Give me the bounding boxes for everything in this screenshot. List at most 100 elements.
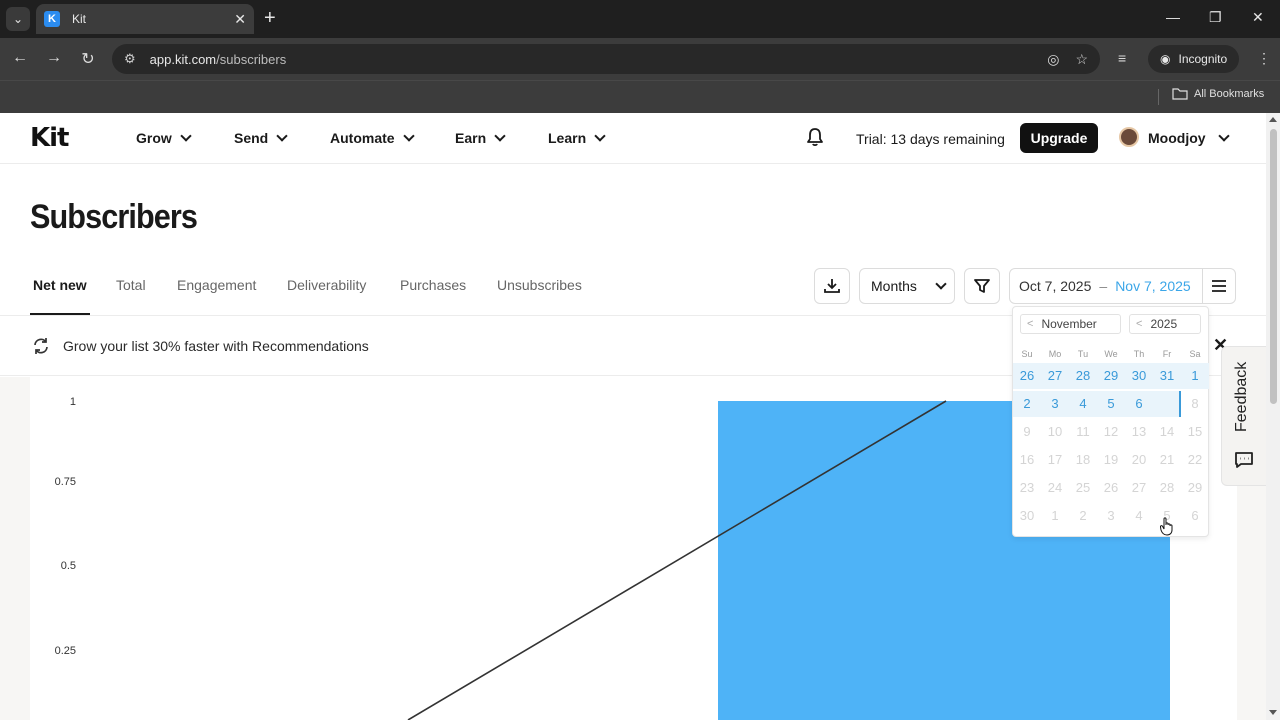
bell-icon[interactable] xyxy=(806,127,824,147)
new-tab-icon[interactable]: + xyxy=(264,8,276,28)
date-range-menu-button[interactable] xyxy=(1202,268,1236,304)
calendar-day: 13 xyxy=(1131,424,1147,439)
nav-automate[interactable]: Automate xyxy=(330,130,415,146)
kit-favicon-icon: K xyxy=(44,11,60,27)
refresh-icon xyxy=(34,338,48,354)
calendar-day[interactable]: 4 xyxy=(1069,391,1097,417)
tab-purchases[interactable]: Purchases xyxy=(400,277,466,293)
date-to[interactable]: Nov 7, 2025 xyxy=(1115,278,1191,294)
feedback-label: Feedback xyxy=(1233,361,1250,433)
download-button[interactable] xyxy=(814,268,850,304)
calendar-day[interactable]: 6 xyxy=(1125,391,1153,417)
date-separator: – xyxy=(1099,278,1108,294)
calendar-day[interactable]: 3 xyxy=(1041,391,1069,417)
calendar-day[interactable]: 29 xyxy=(1097,363,1125,389)
scroll-thumb[interactable] xyxy=(1270,129,1277,404)
tab-engagement[interactable]: Engagement xyxy=(177,277,256,293)
calendar-day[interactable]: 26 xyxy=(1013,363,1041,389)
calendar-day[interactable]: 2 xyxy=(1013,391,1041,417)
date-range-picker[interactable]: Oct 7, 2025 – Nov 7, 2025 xyxy=(1009,268,1203,304)
nav-earn[interactable]: Earn xyxy=(455,130,506,146)
calendar-day: 4 xyxy=(1135,508,1143,523)
tab-close-icon[interactable]: ✕ xyxy=(234,11,246,28)
url-text[interactable]: app.kit.com/subscribers xyxy=(150,52,1032,67)
calendar-day: 19 xyxy=(1103,452,1119,467)
window-close-icon[interactable]: ✕ xyxy=(1252,9,1264,26)
reload-icon[interactable]: ↻ xyxy=(78,49,98,69)
tab-deliverability[interactable]: Deliverability xyxy=(287,277,366,293)
chevron-down-icon xyxy=(594,130,606,142)
incognito-label: Incognito xyxy=(1178,52,1228,66)
tab-unsubscribes[interactable]: Unsubscribes xyxy=(497,277,582,293)
calendar-day: 29 xyxy=(1187,480,1203,495)
tab-total[interactable]: Total xyxy=(116,277,146,293)
avatar[interactable] xyxy=(1119,127,1139,147)
user-menu[interactable]: Moodjoy xyxy=(1148,130,1230,146)
date-from[interactable]: Oct 7, 2025 xyxy=(1019,278,1091,294)
scroll-down-arrow-icon[interactable] xyxy=(1269,710,1277,715)
month-select[interactable]: < November xyxy=(1020,314,1121,334)
calendar-day[interactable]: 31 xyxy=(1153,363,1181,389)
forward-arrow-icon[interactable]: → xyxy=(44,49,64,67)
address-bar[interactable]: ⚙ app.kit.com/subscribers ◎ ☆ xyxy=(112,44,1100,74)
calendar-day[interactable]: 30 xyxy=(1125,363,1153,389)
page-scrollbar[interactable] xyxy=(1266,113,1280,720)
all-bookmarks-label: All Bookmarks xyxy=(1194,88,1265,100)
browser-tab[interactable]: K Kit ✕ xyxy=(36,4,254,34)
kit-app: Kit Grow Send Automate Earn Learn Trial:… xyxy=(0,113,1280,720)
tab-net-new[interactable]: Net new xyxy=(33,277,87,293)
top-navigation: Kit Grow Send Automate Earn Learn Trial:… xyxy=(0,113,1266,164)
calendar-day: 12 xyxy=(1103,424,1119,439)
calendar-day[interactable]: 5 xyxy=(1097,391,1125,417)
calendar-day: 15 xyxy=(1187,424,1203,439)
bookmarks-divider xyxy=(1158,89,1159,105)
calendar-day[interactable]: 28 xyxy=(1069,363,1097,389)
weekday-label: Fr xyxy=(1162,349,1172,359)
nav-learn[interactable]: Learn xyxy=(548,130,606,146)
scroll-up-arrow-icon[interactable] xyxy=(1269,117,1277,122)
tab-search-icon[interactable]: ⌄ xyxy=(6,7,30,31)
active-tab-indicator xyxy=(30,313,90,315)
browser-menu-icon[interactable]: ⋮ xyxy=(1257,50,1271,67)
chevron-left-icon: < xyxy=(1136,318,1143,330)
year-select[interactable]: < 2025 xyxy=(1129,314,1201,334)
calendar-day: 25 xyxy=(1075,480,1091,495)
calendar-day: 6 xyxy=(1191,508,1199,523)
filter-icon xyxy=(974,279,990,293)
browser-tab-bar: ⌄ K Kit ✕ + — ❐ ✕ xyxy=(0,0,1280,38)
upgrade-button[interactable]: Upgrade xyxy=(1020,123,1098,153)
minimize-icon[interactable]: — xyxy=(1166,9,1180,25)
period-select[interactable]: Months xyxy=(859,268,955,304)
incognito-badge[interactable]: ◉ Incognito xyxy=(1148,45,1240,73)
feedback-tab[interactable]: Feedback xyxy=(1221,346,1266,486)
kit-logo[interactable]: Kit xyxy=(30,123,69,153)
nav-grow[interactable]: Grow xyxy=(136,130,192,146)
recommendation-text[interactable]: Grow your list 30% faster with Recommend… xyxy=(63,338,369,354)
chevron-down-icon xyxy=(494,130,506,142)
chevron-left-icon: < xyxy=(1027,318,1034,330)
weekday-label: Mo xyxy=(1048,349,1062,359)
media-controls-icon[interactable]: ≡ xyxy=(1118,50,1126,66)
back-arrow-icon[interactable]: ← xyxy=(10,49,30,67)
calendar-day: 2 xyxy=(1079,508,1087,523)
y-tick-label: 1 xyxy=(70,396,76,408)
user-name: Moodjoy xyxy=(1148,130,1206,146)
chevron-down-icon xyxy=(180,130,192,142)
weekday-label: We xyxy=(1104,349,1118,359)
calendar-day[interactable]: 27 xyxy=(1041,363,1069,389)
calendar-day: 23 xyxy=(1019,480,1035,495)
bookmark-star-icon[interactable]: ☆ xyxy=(1075,51,1088,68)
calendar-day[interactable]: 1 xyxy=(1181,363,1209,389)
maximize-icon[interactable]: ❐ xyxy=(1209,9,1222,26)
all-bookmarks-button[interactable]: All Bookmarks xyxy=(1172,88,1264,100)
calendar-day: 28 xyxy=(1159,480,1175,495)
site-info-icon[interactable]: ⚙ xyxy=(124,51,136,67)
eye-off-icon[interactable]: ◎ xyxy=(1047,51,1059,68)
nav-send[interactable]: Send xyxy=(234,130,288,146)
folder-icon xyxy=(1172,88,1188,100)
calendar-day: 3 xyxy=(1107,508,1115,523)
filter-button[interactable] xyxy=(964,268,1000,304)
download-icon xyxy=(824,279,840,293)
calendar-day: 8 xyxy=(1191,396,1199,411)
calendar-day[interactable]: 7 xyxy=(1153,391,1181,417)
